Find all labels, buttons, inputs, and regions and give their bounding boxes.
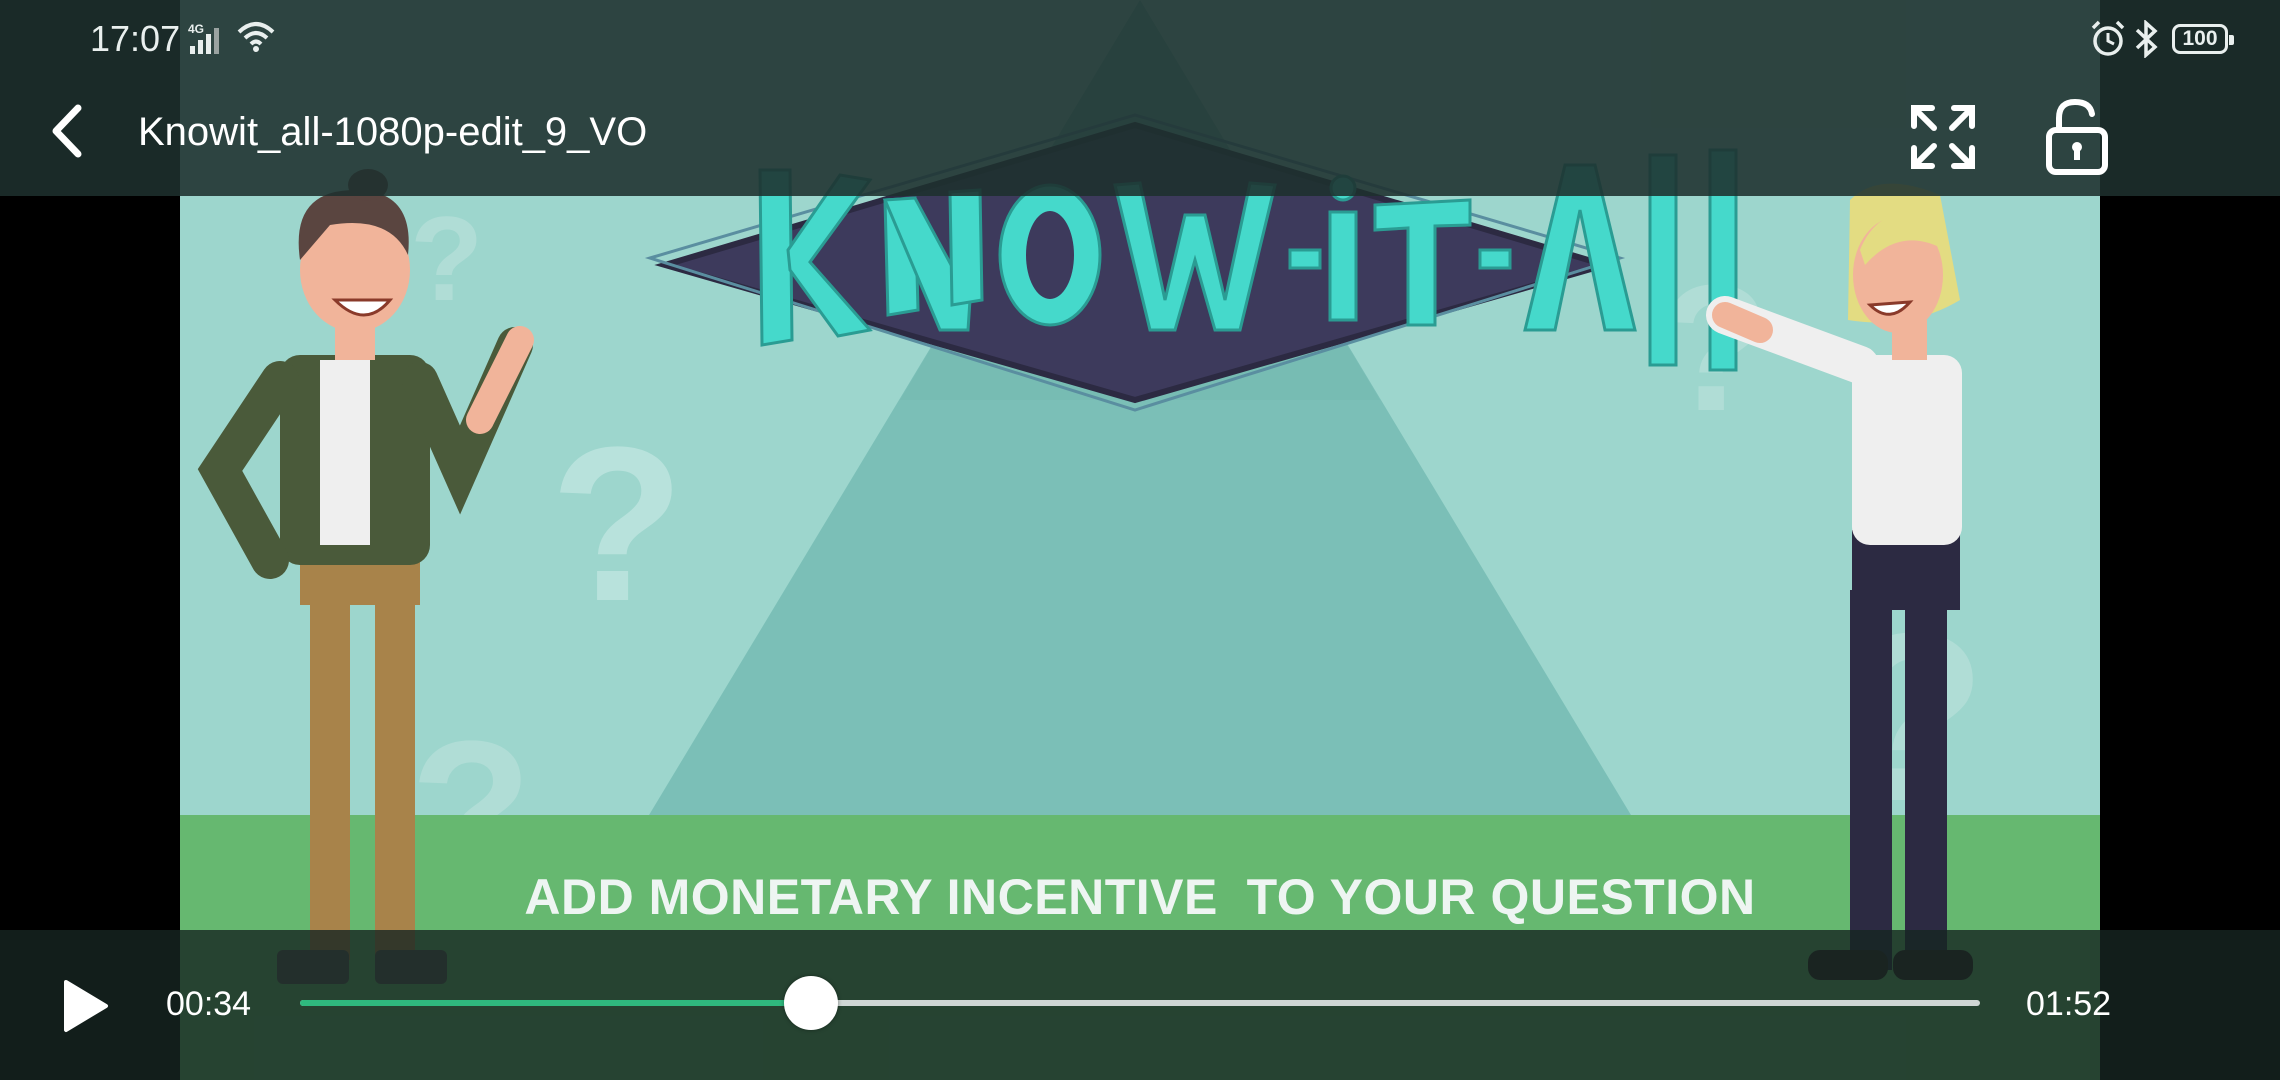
video-title: Knowit_all-1080p-edit_9_VO bbox=[138, 110, 648, 154]
seek-thumb[interactable] bbox=[783, 976, 838, 1030]
question-mark-decoration: ? bbox=[550, 401, 684, 647]
play-button[interactable] bbox=[56, 976, 116, 1036]
play-icon bbox=[64, 980, 108, 1032]
video-caption: ADD MONETARY INCENTIVE TO YOUR QUESTION bbox=[524, 869, 1756, 925]
fullscreen-button[interactable] bbox=[1908, 102, 1978, 172]
alarm-icon bbox=[2090, 20, 2126, 63]
current-position: 00:34 bbox=[166, 985, 252, 1023]
total-duration: 01:52 bbox=[2026, 985, 2112, 1023]
back-arrow-icon bbox=[52, 104, 82, 158]
battery-icon: 100 bbox=[2172, 24, 2234, 54]
seek-bar-progress bbox=[300, 1000, 811, 1006]
seek-bar[interactable] bbox=[300, 976, 1980, 1030]
status-time: 17:07 bbox=[90, 18, 181, 59]
wifi-icon bbox=[236, 20, 276, 59]
screen-lock-button[interactable] bbox=[2044, 98, 2110, 176]
svg-text:?: ? bbox=[410, 192, 483, 326]
back-button[interactable] bbox=[40, 96, 96, 166]
bluetooth-icon bbox=[2133, 19, 2161, 63]
unlock-icon bbox=[2046, 98, 2108, 175]
svg-text:4G: 4G bbox=[188, 22, 204, 36]
signal-icon: 4G bbox=[186, 20, 226, 61]
status-bar: 17:07 4G 100 bbox=[0, 0, 2280, 80]
fullscreen-icon bbox=[1911, 105, 1975, 169]
